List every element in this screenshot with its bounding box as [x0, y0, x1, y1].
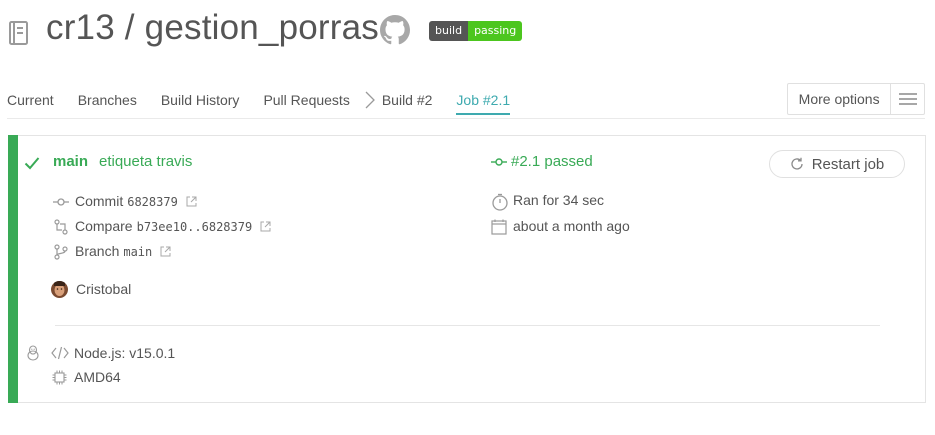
code-icon	[51, 346, 69, 360]
tab-job[interactable]: Job #2.1	[456, 92, 511, 115]
calendar-icon	[491, 219, 507, 235]
compare-icon	[54, 219, 68, 235]
commit-row[interactable]: Commit 6828379	[75, 193, 197, 209]
job-status: #2.1 passed	[491, 153, 593, 170]
branch-label: Branch	[75, 243, 120, 259]
tab-pull-requests[interactable]: Pull Requests	[263, 92, 349, 108]
github-icon[interactable]	[380, 15, 410, 45]
restart-job-button[interactable]: Restart job	[769, 150, 905, 178]
build-status-badge[interactable]: build passing	[429, 21, 523, 41]
duration: Ran for 34 sec	[513, 192, 605, 208]
external-link-icon[interactable]	[160, 246, 171, 257]
restart-icon	[791, 157, 803, 170]
branch-icon	[54, 244, 68, 260]
hamburger-menu-icon[interactable]	[891, 84, 924, 114]
check-icon	[24, 157, 40, 170]
repo-icon	[9, 21, 28, 45]
more-options-button[interactable]: More options	[787, 83, 925, 115]
card-divider	[55, 325, 880, 326]
compare-label: Compare	[75, 218, 133, 234]
linux-icon	[27, 345, 39, 361]
restart-job-label: Restart job	[811, 155, 885, 173]
cpu-icon	[52, 370, 67, 385]
badge-label: build	[429, 21, 469, 41]
avatar	[51, 281, 68, 298]
job-status-text: #2.1 passed	[511, 153, 593, 170]
commit-sha[interactable]: 6828379	[127, 195, 178, 209]
tab-branches[interactable]: Branches	[78, 92, 137, 108]
repo-tabs: Current Branches Build History Pull Requ…	[7, 91, 511, 118]
external-link-icon[interactable]	[186, 196, 197, 207]
finished-time: about a month ago	[513, 218, 630, 234]
branch-value[interactable]: main	[123, 245, 152, 259]
job-branch-name[interactable]: main	[53, 153, 88, 170]
branch-row[interactable]: Branch main	[75, 243, 171, 259]
chevron-right-icon	[365, 91, 375, 109]
commit-message[interactable]: etiqueta travis	[99, 153, 192, 170]
more-options-label: More options	[788, 84, 892, 114]
tab-current[interactable]: Current	[7, 92, 54, 108]
external-link-icon[interactable]	[260, 221, 271, 232]
badge-status: passing	[468, 21, 523, 41]
compare-row[interactable]: Compare b73ee10..6828379	[75, 218, 271, 234]
architecture: AMD64	[74, 369, 121, 385]
commit-icon	[491, 157, 507, 166]
author-name: Cristobal	[76, 281, 132, 297]
job-status-bar	[8, 135, 18, 403]
repo-title[interactable]: cr13 / gestion_porras	[46, 8, 379, 48]
tab-build-history[interactable]: Build History	[161, 92, 240, 108]
tabs-divider	[7, 118, 925, 119]
stopwatch-icon	[492, 193, 508, 211]
compare-range[interactable]: b73ee10..6828379	[137, 220, 253, 234]
tab-build[interactable]: Build #2	[382, 92, 433, 108]
language-version: Node.js: v15.0.1	[74, 345, 176, 361]
commit-label: Commit	[75, 193, 124, 209]
commit-icon	[53, 198, 69, 206]
